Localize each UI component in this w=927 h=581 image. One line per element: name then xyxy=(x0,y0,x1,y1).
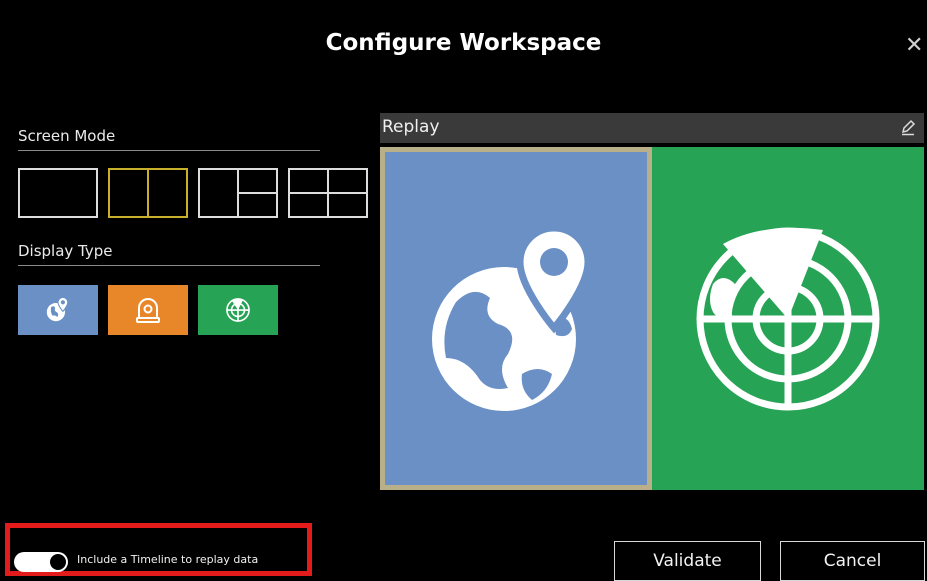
dialog-title: Configure Workspace xyxy=(325,30,602,56)
screen-mode-single[interactable] xyxy=(18,168,98,218)
cancel-button[interactable]: Cancel xyxy=(780,541,925,581)
display-type-map[interactable] xyxy=(18,285,98,335)
screen-mode-split-vertical[interactable] xyxy=(108,168,188,218)
preview-pane-radar[interactable] xyxy=(652,147,924,490)
screen-mode-one-plus-two[interactable] xyxy=(198,168,278,218)
display-type-divider xyxy=(18,265,320,266)
radar-icon xyxy=(696,227,880,410)
screen-mode-grid-2x2[interactable] xyxy=(288,168,368,218)
globe-pin-icon xyxy=(432,223,592,411)
screen-mode-label: Screen Mode xyxy=(18,127,116,145)
preview-header: Replay xyxy=(380,113,924,143)
preview-pane-map[interactable] xyxy=(380,147,652,490)
toggle-knob xyxy=(50,554,66,570)
display-type-camera[interactable] xyxy=(108,285,188,335)
timeline-toggle[interactable] xyxy=(14,552,68,572)
display-type-label: Display Type xyxy=(18,242,113,260)
preview-title: Replay xyxy=(382,117,440,137)
dome-camera-icon xyxy=(136,298,160,323)
timeline-toggle-label: Include a Timeline to replay data xyxy=(77,553,259,566)
globe-pin-icon xyxy=(46,296,69,322)
validate-button[interactable]: Validate xyxy=(614,541,761,581)
radar-icon xyxy=(226,298,250,322)
pencil-icon[interactable] xyxy=(900,118,916,136)
screen-mode-divider xyxy=(18,150,320,151)
close-icon[interactable]: ✕ xyxy=(905,35,923,57)
display-type-radar[interactable] xyxy=(198,285,278,335)
